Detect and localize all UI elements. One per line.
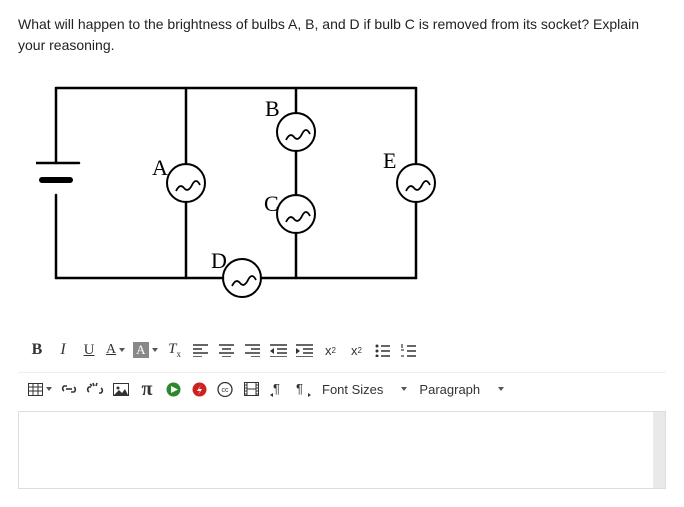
link-button[interactable]: [56, 375, 82, 403]
number-list-button[interactable]: [396, 336, 422, 364]
bullet-list-button[interactable]: [370, 336, 396, 364]
bullet-list-icon: [375, 344, 390, 357]
editor-toolbar-row1: B I U A A Tx x2 x2: [18, 334, 666, 373]
table-button[interactable]: [24, 375, 56, 403]
image-icon: [113, 383, 129, 396]
unlink-button[interactable]: [82, 375, 108, 403]
rtl-button[interactable]: ¶: [290, 375, 316, 403]
outdent-button[interactable]: [266, 336, 292, 364]
flash-red-icon: [192, 382, 207, 397]
outdent-icon: [270, 344, 287, 357]
svg-text:cc: cc: [222, 387, 230, 394]
align-right-icon: [245, 344, 260, 357]
circuit-diagram: A B C D E: [36, 68, 666, 306]
play-green-icon: [166, 382, 181, 397]
indent-button[interactable]: [292, 336, 318, 364]
link-icon: [61, 382, 77, 396]
subscript-button[interactable]: x2: [344, 336, 370, 364]
align-center-button[interactable]: [214, 336, 240, 364]
ltr-button[interactable]: ¶: [264, 375, 290, 403]
clear-format-button[interactable]: Tx: [162, 336, 188, 364]
answer-textarea[interactable]: [18, 411, 666, 489]
text-color-button[interactable]: A: [102, 336, 129, 364]
equation-button[interactable]: π: [134, 375, 160, 403]
indent-icon: [296, 344, 313, 357]
image-button[interactable]: [108, 375, 134, 403]
film-button[interactable]: [238, 375, 264, 403]
italic-button[interactable]: I: [50, 336, 76, 364]
bulb-label-B: B: [265, 96, 280, 121]
unlink-icon: [86, 381, 104, 397]
film-icon: [244, 382, 259, 396]
media-red-button[interactable]: [186, 375, 212, 403]
bold-button[interactable]: B: [24, 336, 50, 364]
superscript-button[interactable]: x2: [318, 336, 344, 364]
number-list-icon: [401, 344, 416, 357]
pilcrow-rtl-icon: ¶: [296, 382, 311, 397]
bulb-label-C: C: [264, 191, 279, 216]
pilcrow-ltr-icon: ¶: [270, 382, 285, 397]
editor-toolbar-row2: π cc ¶ ¶ Font Sizes Paragraph: [18, 373, 666, 411]
align-right-button[interactable]: [240, 336, 266, 364]
highlight-button[interactable]: A: [129, 336, 161, 364]
cc-icon: cc: [216, 382, 234, 397]
cc-button[interactable]: cc: [212, 375, 238, 403]
media-green-button[interactable]: [160, 375, 186, 403]
underline-button[interactable]: U: [76, 336, 102, 364]
svg-text:¶: ¶: [273, 382, 280, 396]
question-text: What will happen to the brightness of bu…: [18, 14, 666, 56]
font-size-select[interactable]: Font Sizes: [316, 375, 413, 403]
align-left-icon: [193, 344, 208, 357]
bulb-label-A: A: [152, 155, 168, 180]
bulb-label-E: E: [383, 148, 396, 173]
svg-text:¶: ¶: [296, 382, 303, 396]
paragraph-select[interactable]: Paragraph: [413, 375, 510, 403]
align-left-button[interactable]: [188, 336, 214, 364]
bulb-label-D: D: [211, 248, 227, 273]
table-icon: [28, 383, 43, 396]
align-center-icon: [219, 344, 234, 357]
